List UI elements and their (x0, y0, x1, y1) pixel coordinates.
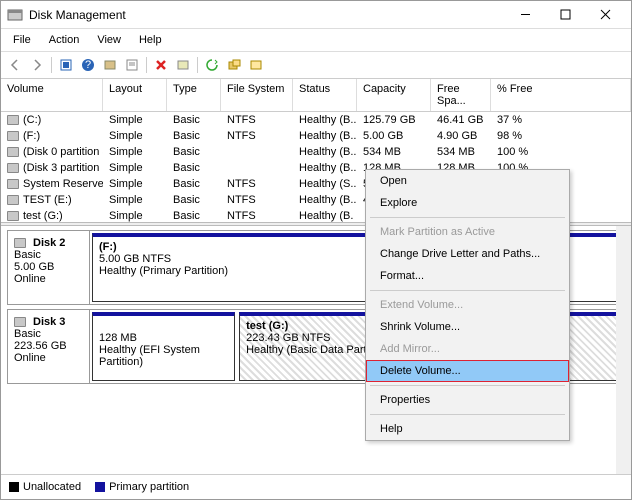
disk-state: Online (14, 273, 83, 285)
disk-state: Online (14, 352, 83, 364)
table-row[interactable]: (C:)SimpleBasicNTFSHealthy (B...125.79 G… (1, 112, 631, 128)
context-menu-item[interactable]: Delete Volume... (366, 360, 569, 382)
context-menu-item[interactable]: Open (366, 170, 569, 192)
context-menu-item[interactable]: Explore (366, 192, 569, 214)
volume-table-header: Volume Layout Type File System Status Ca… (1, 79, 631, 112)
partition-status: Healthy (EFI System Partition) (99, 344, 228, 368)
list-icon[interactable] (246, 55, 266, 75)
partition[interactable]: 128 MBHealthy (EFI System Partition) (92, 312, 235, 381)
disk-name: Disk 2 (33, 237, 65, 249)
titlebar: Disk Management (1, 1, 631, 29)
context-menu-item: Extend Volume... (366, 294, 569, 316)
help-icon[interactable]: ? (78, 55, 98, 75)
settings-icon[interactable] (100, 55, 120, 75)
disk-type: Basic (14, 249, 83, 261)
app-icon (7, 7, 23, 23)
refresh-icon[interactable] (56, 55, 76, 75)
svg-text:?: ? (85, 59, 91, 71)
disk-size: 223.56 GB (14, 340, 83, 352)
close-button[interactable] (585, 1, 625, 29)
disk-name: Disk 3 (33, 316, 65, 328)
delete-icon[interactable] (151, 55, 171, 75)
scrollbar-vertical[interactable] (616, 226, 631, 474)
col-filesystem[interactable]: File System (221, 79, 293, 111)
menu-action[interactable]: Action (41, 31, 88, 49)
disk-type: Basic (14, 328, 83, 340)
menu-view[interactable]: View (89, 31, 129, 49)
legend-unallocated: Unallocated (9, 481, 81, 493)
col-volume[interactable]: Volume (1, 79, 103, 111)
legend: Unallocated Primary partition (1, 474, 631, 499)
toolbar: ? (1, 52, 631, 79)
context-menu-item[interactable]: Change Drive Letter and Paths... (366, 243, 569, 265)
col-freespace[interactable]: Free Spa... (431, 79, 491, 111)
volume-icon (7, 147, 19, 157)
context-menu-item[interactable]: Format... (366, 265, 569, 287)
col-type[interactable]: Type (167, 79, 221, 111)
context-menu-item: Mark Partition as Active (366, 221, 569, 243)
context-menu-item[interactable]: Shrink Volume... (366, 316, 569, 338)
col-capacity[interactable]: Capacity (357, 79, 431, 111)
context-menu: OpenExplore Mark Partition as ActiveChang… (365, 169, 570, 441)
menu-help[interactable]: Help (131, 31, 170, 49)
menubar: File Action View Help (1, 29, 631, 52)
table-row[interactable]: (Disk 0 partition 3)SimpleBasicHealthy (… (1, 144, 631, 160)
volume-icon (7, 163, 19, 173)
col-status[interactable]: Status (293, 79, 357, 111)
disk-icon[interactable] (224, 55, 244, 75)
properties-icon[interactable] (122, 55, 142, 75)
disk-icon (14, 238, 26, 248)
back-icon[interactable] (5, 55, 25, 75)
window-title: Disk Management (29, 8, 505, 22)
forward-icon[interactable] (27, 55, 47, 75)
table-row[interactable]: (F:)SimpleBasicNTFSHealthy (B...5.00 GB4… (1, 128, 631, 144)
legend-primary: Primary partition (95, 481, 189, 493)
volume-icon (7, 115, 19, 125)
minimize-button[interactable] (505, 1, 545, 29)
maximize-button[interactable] (545, 1, 585, 29)
partition-size: 128 MB (99, 332, 228, 344)
col-layout[interactable]: Layout (103, 79, 167, 111)
volume-icon (7, 131, 19, 141)
volume-icon (7, 179, 19, 189)
context-menu-item[interactable]: Help (366, 418, 569, 440)
disk-icon (14, 317, 26, 327)
disk-size: 5.00 GB (14, 261, 83, 273)
action-icon[interactable] (173, 55, 193, 75)
context-menu-item: Add Mirror... (366, 338, 569, 360)
col-pctfree[interactable]: % Free (491, 79, 631, 111)
rescan-icon[interactable] (202, 55, 222, 75)
context-menu-item[interactable]: Properties (366, 389, 569, 411)
volume-icon (7, 211, 19, 221)
volume-icon (7, 195, 19, 205)
menu-file[interactable]: File (5, 31, 39, 49)
